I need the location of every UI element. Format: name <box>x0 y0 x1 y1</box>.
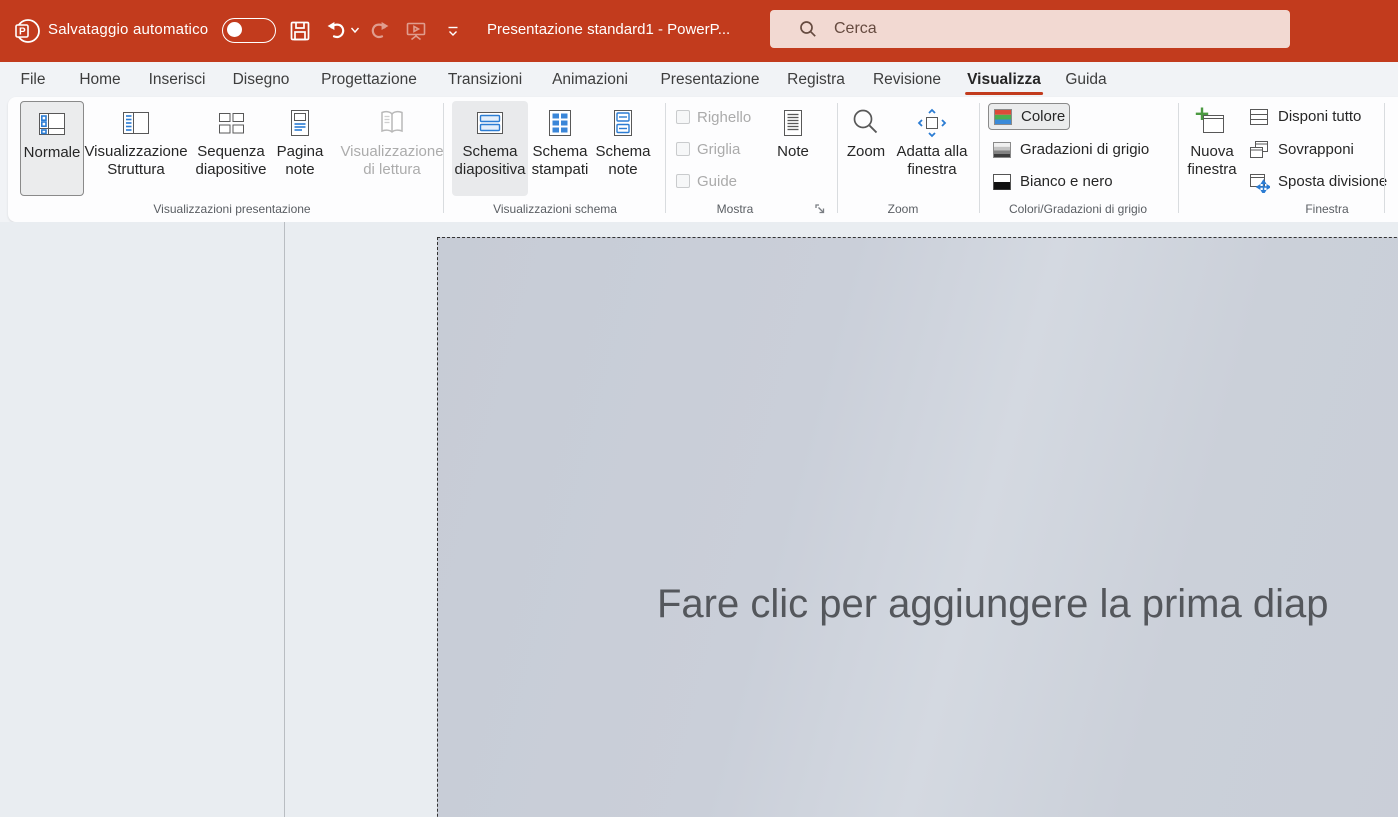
cascade-windows-icon <box>1248 139 1270 161</box>
magnifier-icon <box>849 106 883 140</box>
new-window-icon <box>1195 106 1229 140</box>
tab-animazioni[interactable]: Animazioni <box>552 62 628 97</box>
group-caption-visualizzazioni-presentazione: Visualizzazioni presentazione <box>153 202 310 216</box>
pagina-note-button[interactable]: Pagina note <box>269 101 331 196</box>
note-button[interactable]: Note <box>768 101 818 196</box>
nuova-finestra-button[interactable]: Nuova finestra <box>1180 101 1244 196</box>
sposta-divisione-button[interactable]: Sposta divisione <box>1244 168 1391 195</box>
checkbox-icon <box>676 110 690 124</box>
group-separator <box>1178 103 1179 213</box>
ribbon: Normale Visualizzazione Struttura Sequen… <box>8 97 1398 222</box>
griglia-checkbox: Griglia <box>676 141 740 157</box>
arrange-all-icon <box>1248 106 1270 128</box>
start-presentation-icon <box>404 19 428 43</box>
sequenza-diapositive-button[interactable]: Sequenza diapositive <box>183 101 279 196</box>
tab-file[interactable]: File <box>21 62 46 97</box>
visualizzazione-struttura-button[interactable]: Visualizzazione Struttura <box>77 101 195 196</box>
powerpoint-window: P Salvataggio automatico <box>0 0 1398 817</box>
group-separator <box>443 103 444 213</box>
group-caption-finestra: Finestra <box>1305 202 1348 216</box>
undo-dropdown-chevron-icon[interactable] <box>349 24 361 36</box>
notes-icon <box>776 106 810 140</box>
reading-view-icon <box>375 106 409 140</box>
adatta-alla-finestra-button[interactable]: Adatta alla finestra <box>892 101 972 196</box>
ribbon-tab-bar: File Home Inserisci Disegno Progettazion… <box>0 62 1398 97</box>
autosave-toggle[interactable] <box>222 18 276 43</box>
outline-view-icon <box>119 106 153 140</box>
sovrapponi-button[interactable]: Sovrapponi <box>1244 136 1358 163</box>
group-caption-mostra: Mostra <box>717 202 754 216</box>
checkbox-icon <box>676 174 690 188</box>
normal-view-icon <box>35 107 69 141</box>
notes-page-icon <box>283 106 317 140</box>
toggle-knob <box>227 22 242 37</box>
tab-progettazione[interactable]: Progettazione <box>321 62 417 97</box>
group-separator <box>837 103 838 213</box>
tab-home[interactable]: Home <box>79 62 120 97</box>
zoom-button[interactable]: Zoom <box>840 101 892 196</box>
righello-checkbox: Righello <box>676 109 751 125</box>
schema-note-button[interactable]: Schema note <box>588 101 658 196</box>
redo-icon <box>368 19 392 43</box>
bianco-e-nero-button[interactable]: Bianco e nero <box>988 168 1117 195</box>
mostra-dialog-launcher-icon[interactable] <box>813 202 827 216</box>
tab-transizioni[interactable]: Transizioni <box>448 62 522 97</box>
svg-text:P: P <box>19 27 26 38</box>
active-tab-underline <box>965 92 1043 95</box>
search-input[interactable]: Cerca <box>770 10 1290 48</box>
thumbnail-panel <box>0 222 284 817</box>
save-icon[interactable] <box>288 19 312 43</box>
group-separator <box>979 103 980 213</box>
search-placeholder: Cerca <box>834 20 877 38</box>
gradazioni-di-grigio-button[interactable]: Gradazioni di grigio <box>988 136 1153 163</box>
slide-sorter-icon <box>214 106 248 140</box>
schema-stampati-button[interactable]: Schema stampati <box>524 101 596 196</box>
black-and-white-icon <box>992 172 1012 192</box>
tab-presentazione[interactable]: Presentazione <box>660 62 759 97</box>
tab-inserisci[interactable]: Inserisci <box>149 62 206 97</box>
group-caption-visualizzazioni-schema: Visualizzazioni schema <box>493 202 617 216</box>
document-title: Presentazione standard1 - PowerP... <box>487 21 730 38</box>
disponi-tutto-button[interactable]: Disponi tutto <box>1244 103 1365 130</box>
checkbox-icon <box>676 142 690 156</box>
slide-master-icon <box>473 106 507 140</box>
group-separator <box>1384 103 1385 213</box>
group-caption-colori: Colori/Gradazioni di grigio <box>1009 202 1147 216</box>
search-icon <box>798 19 818 39</box>
notes-master-icon <box>606 106 640 140</box>
normale-button[interactable]: Normale <box>20 101 84 196</box>
tab-disegno[interactable]: Disegno <box>233 62 290 97</box>
title-bar: P Salvataggio automatico <box>0 0 1398 62</box>
slide-placeholder-text[interactable]: Fare clic per aggiungere la prima diap <box>657 582 1328 627</box>
tab-registra[interactable]: Registra <box>787 62 845 97</box>
slide-master-canvas[interactable]: Fare clic per aggiungere la prima diap <box>437 237 1398 817</box>
schema-diapositiva-button[interactable]: Schema diapositiva <box>452 101 528 196</box>
tab-guida[interactable]: Guida <box>1065 62 1106 97</box>
tab-revisione[interactable]: Revisione <box>873 62 941 97</box>
workspace: Fare clic per aggiungere la prima diap <box>0 222 1398 817</box>
handout-master-icon <box>543 106 577 140</box>
group-caption-zoom: Zoom <box>888 202 919 216</box>
fit-to-window-icon <box>915 106 949 140</box>
powerpoint-logo-icon[interactable]: P <box>12 16 42 46</box>
undo-icon[interactable] <box>324 19 348 43</box>
tab-visualizza[interactable]: Visualizza <box>967 62 1041 97</box>
grayscale-icon <box>992 140 1012 160</box>
autosave-label: Salvataggio automatico <box>48 21 208 38</box>
color-icon <box>993 107 1013 127</box>
move-split-icon <box>1248 171 1270 193</box>
group-separator <box>665 103 666 213</box>
visualizzazione-di-lettura-button: Visualizzazione di lettura <box>336 101 448 196</box>
customize-toolbar-icon[interactable] <box>444 22 462 40</box>
colore-button[interactable]: Colore <box>988 103 1070 130</box>
guide-checkbox: Guide <box>676 173 737 189</box>
panel-splitter[interactable] <box>284 222 285 817</box>
